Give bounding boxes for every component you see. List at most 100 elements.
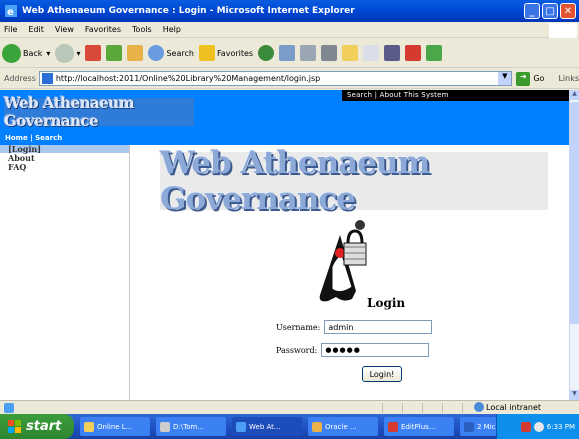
toolbar-tool-button[interactable] (384, 45, 401, 61)
search-label: Search (166, 48, 194, 58)
messenger-icon (426, 45, 443, 61)
close-button[interactable]: ✕ (560, 3, 576, 19)
password-label: Password: (276, 345, 318, 355)
status-divider (382, 403, 383, 413)
tomcat-icon (160, 421, 170, 432)
login-button[interactable]: Login! (362, 366, 402, 382)
username-input[interactable] (324, 320, 433, 334)
status-bar: Local intranet (0, 400, 579, 414)
status-divider (462, 403, 463, 413)
menu-edit[interactable]: Edit (28, 25, 44, 34)
toolbar-messenger-button[interactable] (426, 45, 443, 61)
links-button[interactable]: Links (558, 74, 579, 83)
page-status-icon (4, 402, 14, 413)
page-icon (41, 73, 53, 84)
home-button[interactable] (127, 45, 144, 61)
windows-flag-icon (8, 419, 21, 433)
folder-button[interactable] (342, 45, 359, 61)
menu-file[interactable]: File (4, 25, 17, 34)
security-zone: Local intranet (474, 402, 541, 412)
word-icon (464, 421, 474, 432)
taskbar: start Online L... D:\Tom... Web At... Or… (0, 414, 579, 439)
windows-logo-icon (549, 23, 577, 38)
history-icon (258, 45, 275, 61)
refresh-icon (106, 45, 123, 61)
history-button[interactable] (258, 45, 275, 61)
toolbar-k-button[interactable] (363, 45, 380, 61)
minimize-button[interactable]: _ (524, 3, 540, 19)
folder-icon (84, 421, 94, 432)
sidebar-item-about[interactable]: About (0, 154, 129, 162)
title-bar: e Web Athenaeum Governance : Login - Mic… (0, 0, 579, 22)
refresh-button[interactable] (106, 45, 123, 61)
password-input[interactable] (321, 343, 430, 357)
task-tomcat[interactable]: D:\Tom... (156, 417, 226, 436)
top-links[interactable]: Search | About This System (347, 91, 449, 99)
start-button[interactable]: start (0, 414, 74, 439)
forward-button[interactable]: ▾ (55, 43, 81, 63)
task-web-athenaeum[interactable]: Web At... (232, 417, 302, 436)
back-button[interactable]: Back ▾ (2, 43, 51, 63)
task-online-library[interactable]: Online L... (80, 417, 150, 436)
go-label: Go (533, 74, 545, 83)
site-logo: Web Athenaeum Governance (4, 94, 194, 130)
favorites-label: Favorites (216, 48, 254, 58)
mail-button[interactable] (279, 45, 296, 61)
tool-icon (384, 45, 401, 61)
username-row: Username: (276, 320, 433, 334)
back-label: Back (23, 48, 43, 58)
menu-bar: File Edit View Favorites Tools Help (0, 22, 579, 38)
task-editplus[interactable]: EditPlus... (384, 417, 454, 436)
ie-icon (236, 421, 246, 432)
menu-view[interactable]: View (55, 25, 74, 34)
nav-links[interactable]: Home | Search (5, 134, 62, 142)
sidebar-item-login[interactable]: [Login] (0, 145, 129, 153)
menu-help[interactable]: Help (163, 25, 181, 34)
window-title: Web Athenaeum Governance : Login - Micro… (22, 6, 355, 16)
username-label: Username: (276, 322, 321, 332)
go-button[interactable]: ➜ Go (516, 71, 545, 86)
chevron-down-icon[interactable]: ▼ (498, 72, 512, 85)
tray-messenger-icon[interactable] (533, 421, 544, 432)
site-header: Search | About This System Web Athenaeum… (0, 90, 569, 145)
login-title: Login (367, 296, 406, 310)
status-divider (442, 403, 443, 413)
back-arrow-icon (2, 43, 21, 63)
chevron-down-icon: ▾ (76, 48, 81, 58)
print-button[interactable] (300, 45, 317, 61)
svg-text:e: e (7, 7, 14, 18)
stop-button[interactable] (85, 45, 102, 61)
scroll-up-icon[interactable]: ▲ (570, 90, 579, 100)
task-label: Online L... (97, 422, 133, 431)
flag-icon (405, 45, 422, 61)
search-icon (148, 45, 165, 61)
menu-tools[interactable]: Tools (132, 25, 152, 34)
menu-favorites[interactable]: Favorites (85, 25, 121, 34)
address-label: Address (4, 74, 36, 83)
vertical-scrollbar[interactable]: ▲ ▼ (569, 90, 579, 400)
home-icon (127, 45, 144, 61)
tray-flag-icon[interactable] (520, 421, 531, 432)
sidebar-item-faq[interactable]: FAQ (0, 163, 129, 171)
scroll-thumb[interactable] (570, 102, 579, 324)
ie-icon: e (5, 5, 17, 18)
search-button[interactable]: Search (148, 45, 194, 61)
edit-button[interactable] (321, 45, 338, 61)
mail-icon (279, 45, 296, 61)
chevron-down-icon: ▾ (46, 48, 51, 58)
scroll-down-icon[interactable]: ▼ (570, 390, 579, 400)
address-bar: Address http://localhost:2011/Online%20L… (0, 69, 579, 89)
maximize-button[interactable]: □ (542, 3, 558, 19)
oracle-icon (312, 421, 322, 432)
address-input[interactable]: http://localhost:2011/Online%20Library%2… (38, 71, 513, 86)
k-icon (363, 45, 380, 61)
start-label: start (26, 419, 62, 434)
toolbar-flag-button[interactable] (405, 45, 422, 61)
task-oracle[interactable]: Oracle ... (308, 417, 378, 436)
task-label: D:\Tom... (173, 422, 204, 431)
page-content: Search | About This System Web Athenaeum… (0, 90, 569, 400)
favorites-button[interactable]: Favorites (198, 45, 254, 61)
editplus-icon (388, 421, 398, 432)
go-arrow-icon: ➜ (516, 71, 531, 86)
task-label: Web At... (249, 422, 281, 431)
